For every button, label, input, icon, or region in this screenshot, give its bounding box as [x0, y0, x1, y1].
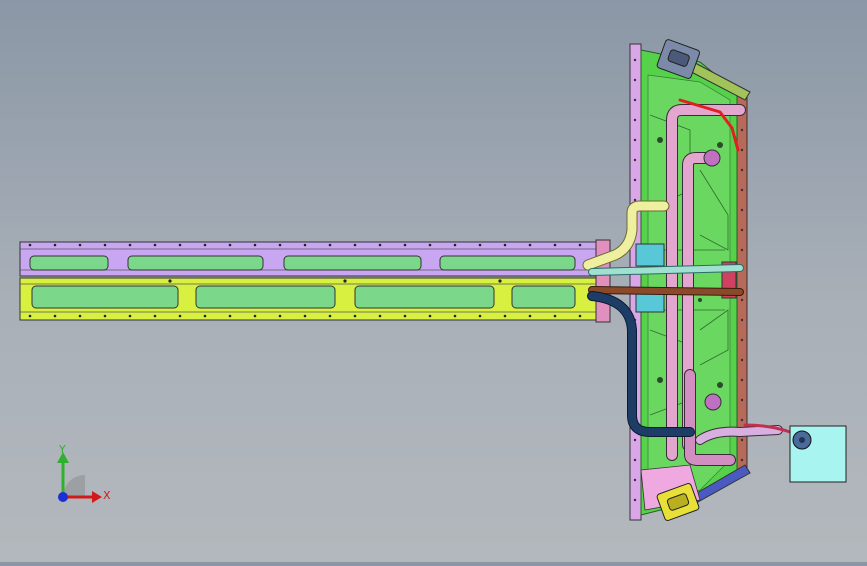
- side-unit-box[interactable]: [789, 425, 847, 483]
- slot: [283, 255, 422, 271]
- slot: [31, 285, 179, 309]
- slot: [439, 255, 576, 271]
- slot: [354, 285, 495, 309]
- connector-block: [635, 243, 665, 267]
- slot: [29, 255, 109, 271]
- connector-block: [635, 293, 665, 313]
- slot: [195, 285, 336, 309]
- orientation-triad: [57, 452, 102, 503]
- triad-x-label: X: [103, 489, 111, 502]
- pipe-network[interactable]: [582, 98, 792, 466]
- frame-left-strip: [629, 43, 642, 521]
- cad-viewport[interactable]: Y X: [0, 0, 867, 562]
- slot: [511, 285, 576, 309]
- triad-y-label: Y: [59, 443, 66, 456]
- horizontal-arm[interactable]: [19, 239, 611, 323]
- model-canvas[interactable]: [0, 0, 867, 562]
- slot: [127, 255, 264, 271]
